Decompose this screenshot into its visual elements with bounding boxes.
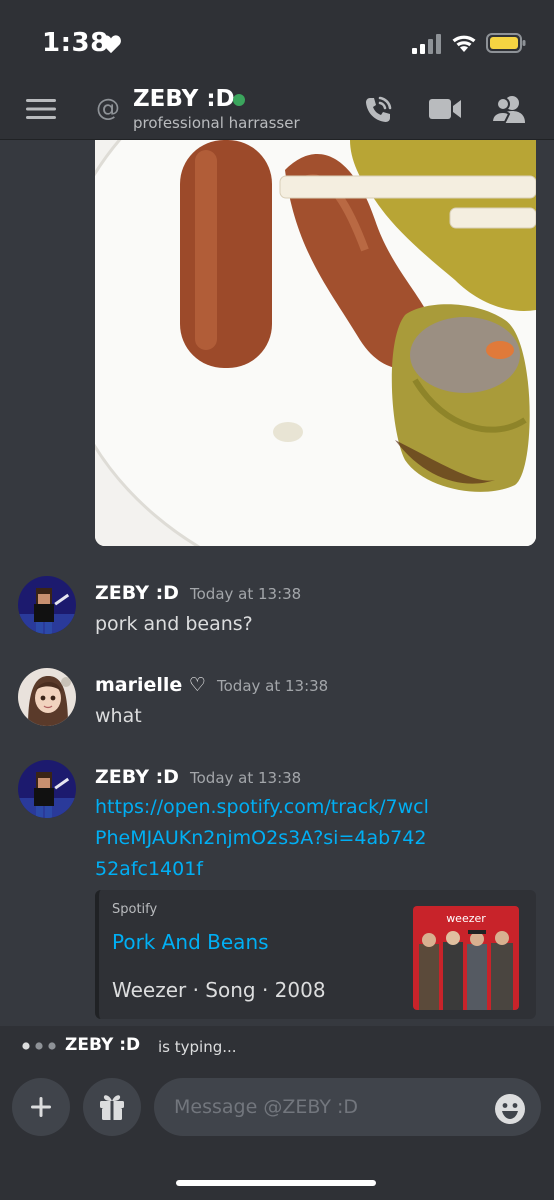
dm-recipient-status: professional harrasser xyxy=(133,114,300,132)
home-indicator xyxy=(176,1180,376,1186)
food-photo xyxy=(95,140,536,546)
typing-dots-icon xyxy=(22,1042,56,1050)
battery-icon xyxy=(486,33,526,53)
avatar[interactable] xyxy=(18,668,76,726)
embed-provider[interactable]: Spotify xyxy=(112,902,157,917)
status-time: 1:38 xyxy=(42,28,109,58)
album-brand-text: weezer xyxy=(446,912,486,925)
add-attachment-button[interactable] xyxy=(12,1078,70,1136)
signal-icon xyxy=(412,34,441,54)
typing-text: is typing... xyxy=(158,1038,237,1056)
spotify-link[interactable]: https://open.spotify.com/track/7wclPheMJ… xyxy=(95,792,435,885)
wifi-icon xyxy=(452,35,476,52)
typing-indicator: ZEBY :D is typing... xyxy=(0,1026,554,1066)
message-timestamp: Today at 13:38 xyxy=(190,585,302,603)
message-author[interactable]: marielle ♡ xyxy=(95,674,206,696)
message-timestamp: Today at 13:38 xyxy=(190,769,302,787)
dm-recipient-name[interactable]: ZEBY :D xyxy=(133,86,235,112)
avatar[interactable] xyxy=(18,760,76,818)
embed-description: Weezer · Song · 2008 xyxy=(112,978,326,1002)
gift-nitro-button[interactable] xyxy=(83,1078,141,1136)
image-attachment[interactable] xyxy=(95,140,536,546)
at-icon: @ xyxy=(96,94,120,122)
album-art-thumbnail[interactable]: weezer xyxy=(413,906,519,1010)
embed-title[interactable]: Pork And Beans xyxy=(112,930,269,954)
message-text: pork and beans? xyxy=(95,613,253,635)
message: marielle ♡ Today at 13:38 what xyxy=(0,662,554,742)
plus-icon xyxy=(31,1097,51,1117)
message-timestamp: Today at 13:38 xyxy=(217,677,329,695)
call-icon[interactable] xyxy=(362,94,394,126)
message-input[interactable] xyxy=(154,1078,541,1136)
menu-icon[interactable] xyxy=(26,96,56,122)
emoji-icon[interactable] xyxy=(494,1093,526,1125)
message-composer xyxy=(0,1066,554,1200)
avatar[interactable] xyxy=(18,576,76,634)
message: ZEBY :D Today at 13:38 pork and beans? xyxy=(0,570,554,650)
gift-icon xyxy=(100,1095,124,1120)
members-icon[interactable] xyxy=(492,94,526,124)
message-author[interactable]: ZEBY :D xyxy=(95,582,179,604)
typing-user-name: ZEBY :D xyxy=(65,1035,141,1055)
online-status-dot xyxy=(233,94,245,106)
status-bar: 1:38 xyxy=(0,0,554,84)
video-icon[interactable] xyxy=(428,96,462,122)
message-text: what xyxy=(95,705,142,727)
dm-header: @ ZEBY :D professional harrasser xyxy=(0,84,554,140)
link-embed: Spotify Pork And Beans Weezer · Song · 2… xyxy=(95,890,536,1019)
message-author[interactable]: ZEBY :D xyxy=(95,766,179,788)
heart-icon xyxy=(101,35,121,54)
